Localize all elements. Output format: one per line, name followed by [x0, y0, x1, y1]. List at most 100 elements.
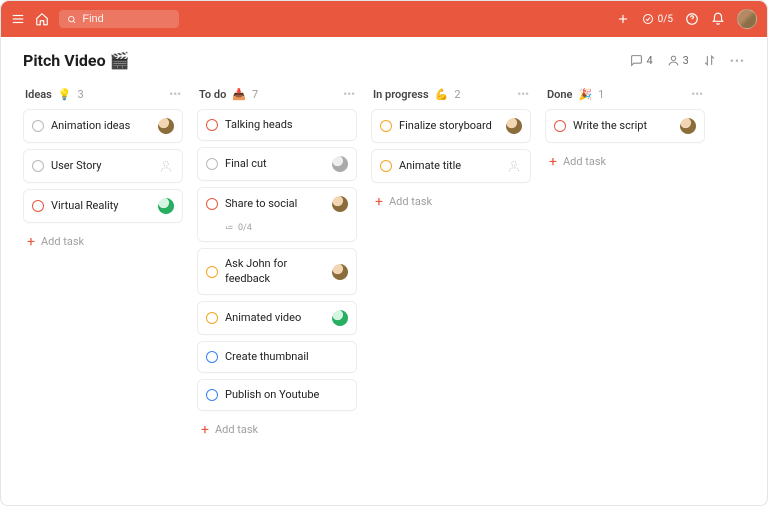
- task-card[interactable]: Share to social 0/4: [197, 187, 357, 242]
- task-title: Create thumbnail: [225, 350, 348, 364]
- menu-icon[interactable]: [11, 12, 25, 26]
- assignee-avatar[interactable]: [158, 118, 174, 134]
- task-card[interactable]: Write the script: [545, 109, 705, 143]
- comments-count: 4: [646, 54, 652, 67]
- assignee-placeholder-icon[interactable]: [506, 158, 522, 174]
- top-bar: 0/5: [1, 1, 767, 37]
- complete-ring-icon[interactable]: [206, 198, 218, 210]
- column-more-icon[interactable]: •••: [691, 88, 703, 101]
- project-header: Pitch Video 🎬 4 3 •••: [1, 37, 767, 78]
- sort-button[interactable]: [703, 54, 716, 67]
- members-button[interactable]: 3: [667, 54, 689, 67]
- add-task-button[interactable]: +Add task: [197, 417, 357, 442]
- column-count: 7: [252, 88, 258, 101]
- task-title: Final cut: [225, 157, 325, 171]
- task-card[interactable]: Ask John for feedback: [197, 248, 357, 295]
- subtask-count: 0/4: [206, 223, 348, 233]
- complete-ring-icon[interactable]: [206, 119, 218, 131]
- column-more-icon[interactable]: •••: [517, 88, 529, 101]
- comments-button[interactable]: 4: [630, 54, 652, 67]
- assignee-avatar[interactable]: [332, 196, 348, 212]
- column-header[interactable]: In progress💪2•••: [371, 84, 531, 109]
- progress-pill[interactable]: 0/5: [642, 13, 673, 25]
- complete-ring-icon[interactable]: [206, 351, 218, 363]
- add-task-label: Add task: [41, 235, 84, 248]
- column-more-icon[interactable]: •••: [343, 88, 355, 101]
- check-circle-icon: [642, 13, 654, 25]
- bell-icon[interactable]: [711, 12, 725, 26]
- column-ideas: Ideas💡3•••Animation ideasUser StoryVirtu…: [23, 84, 183, 254]
- assignee-avatar[interactable]: [158, 198, 174, 214]
- complete-ring-icon[interactable]: [32, 160, 44, 172]
- task-title: Publish on Youtube: [225, 388, 348, 402]
- task-card[interactable]: Animation ideas: [23, 109, 183, 143]
- complete-ring-icon[interactable]: [206, 312, 218, 324]
- task-card[interactable]: Create thumbnail: [197, 341, 357, 373]
- column-to-do: To do 📥 7 ••• Talking heads Final cut Share to…: [197, 84, 357, 442]
- complete-ring-icon[interactable]: [32, 200, 44, 212]
- column-header[interactable]: To do 📥 7 •••: [197, 84, 357, 109]
- complete-ring-icon[interactable]: [206, 266, 218, 278]
- task-card[interactable]: Final cut: [197, 147, 357, 181]
- column-count: 3: [78, 88, 84, 101]
- assignee-avatar[interactable]: [506, 118, 522, 134]
- add-task-label: Add task: [563, 155, 606, 168]
- user-avatar[interactable]: [737, 9, 757, 29]
- task-card[interactable]: Animated video: [197, 301, 357, 335]
- subtask-icon: [225, 224, 234, 233]
- add-task-button[interactable]: + Add task: [371, 189, 531, 214]
- plus-icon: +: [375, 196, 383, 208]
- task-card[interactable]: Animate title: [371, 149, 531, 183]
- add-task-label: Add task: [215, 423, 258, 436]
- assignee-placeholder-icon[interactable]: [158, 158, 174, 174]
- assignee-avatar[interactable]: [332, 310, 348, 326]
- board: Ideas💡3•••Animation ideasUser StoryVirtu…: [1, 78, 767, 505]
- column-done: Done🎉1•••Write the script+Add task: [545, 84, 705, 174]
- assignee-avatar[interactable]: [680, 118, 696, 134]
- home-icon[interactable]: [35, 12, 49, 26]
- task-card[interactable]: Virtual Reality: [23, 189, 183, 223]
- task-card[interactable]: Finalize storyboard: [371, 109, 531, 143]
- task-title: Virtual Reality: [51, 199, 151, 213]
- complete-ring-icon[interactable]: [380, 160, 392, 172]
- task-title: Animation ideas: [51, 119, 151, 133]
- column-emoji: 💡: [58, 88, 72, 101]
- project-more-icon[interactable]: •••: [730, 54, 745, 68]
- comment-icon: [630, 54, 643, 67]
- task-card[interactable]: Publish on Youtube: [197, 379, 357, 411]
- help-icon[interactable]: [685, 12, 699, 26]
- task-title: Share to social: [225, 197, 325, 211]
- add-task-button[interactable]: +Add task: [23, 229, 183, 254]
- complete-ring-icon[interactable]: [380, 120, 392, 132]
- task-title: Animated video: [225, 311, 325, 325]
- column-header[interactable]: Ideas💡3•••: [23, 84, 183, 109]
- assignee-avatar[interactable]: [332, 156, 348, 172]
- task-card[interactable]: User Story: [23, 149, 183, 183]
- progress-text: 0/5: [658, 14, 673, 25]
- complete-ring-icon[interactable]: [554, 120, 566, 132]
- complete-ring-icon[interactable]: [32, 120, 44, 132]
- column-header[interactable]: Done🎉1•••: [545, 84, 705, 109]
- column-name: To do: [199, 88, 226, 101]
- complete-ring-icon[interactable]: [206, 389, 218, 401]
- project-title: Pitch Video 🎬: [23, 51, 130, 70]
- search-box[interactable]: [59, 10, 179, 28]
- add-icon[interactable]: [616, 12, 630, 26]
- assignee-avatar[interactable]: [332, 264, 348, 280]
- column-emoji: 📥: [232, 88, 246, 101]
- column-name: Done: [547, 88, 572, 101]
- task-title: Finalize storyboard: [399, 119, 499, 133]
- task-title: Animate title: [399, 159, 499, 173]
- add-task-button[interactable]: + Add task: [545, 149, 705, 174]
- task-card[interactable]: Talking heads: [197, 109, 357, 141]
- column-count: 1: [598, 88, 604, 101]
- add-task-label: Add task: [389, 195, 432, 208]
- search-input[interactable]: [82, 13, 171, 25]
- column-emoji: 💪: [435, 88, 449, 101]
- complete-ring-icon[interactable]: [206, 158, 218, 170]
- plus-icon: +: [549, 156, 557, 168]
- column-more-icon[interactable]: •••: [169, 88, 181, 101]
- task-title: Talking heads: [225, 118, 348, 132]
- column-count: 2: [454, 88, 460, 101]
- task-title: Ask John for feedback: [225, 257, 325, 286]
